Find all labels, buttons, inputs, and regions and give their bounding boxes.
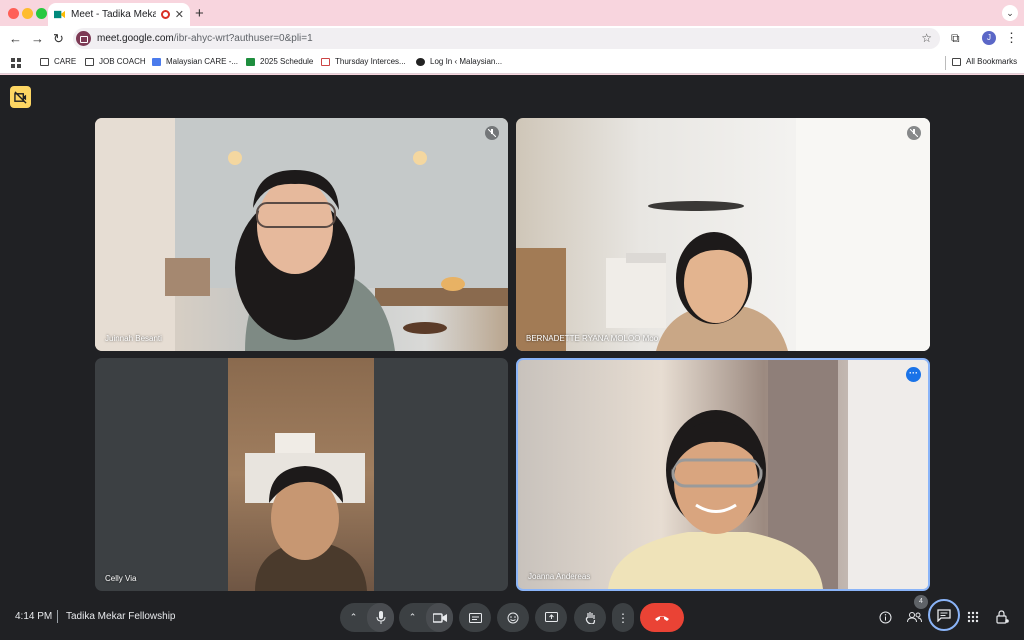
- meeting-info-button[interactable]: [876, 608, 894, 626]
- hangup-icon: [655, 615, 669, 621]
- participant-video: [608, 360, 928, 589]
- participant-video: [95, 118, 508, 351]
- folder-icon: [952, 57, 961, 66]
- meet-stage: Juinnah Besanti BERNADETTE RYANA MOLOO M…: [0, 75, 1024, 640]
- bookmark-star-icon[interactable]: ☆: [921, 31, 932, 45]
- close-window-button[interactable]: [8, 8, 19, 19]
- activities-button[interactable]: [964, 608, 982, 626]
- bookmark-malaysian-care[interactable]: Malaysian CARE -...: [152, 57, 238, 66]
- camera-icon: [432, 612, 447, 623]
- chat-icon: [937, 608, 951, 622]
- activities-icon: [967, 611, 979, 623]
- raise-hand-icon: [585, 612, 595, 624]
- emoji-icon: [507, 612, 519, 623]
- host-controls-icon: [995, 610, 1009, 624]
- people-icon: [906, 612, 922, 623]
- captions-icon: [468, 612, 482, 623]
- url-host: meet.google.com: [97, 33, 174, 44]
- info-icon: [879, 611, 891, 623]
- participant-video: [516, 118, 930, 351]
- camera-toggle-button[interactable]: [426, 603, 453, 632]
- participant-tile-4-active[interactable]: ··· Joanna Andereas: [516, 358, 930, 591]
- muted-mic-icon: [907, 126, 921, 140]
- leave-call-button[interactable]: [640, 603, 684, 632]
- tab-title: Meet - Tadika Mekar Fello: [71, 9, 156, 20]
- participant-tile-1[interactable]: Juinnah Besanti: [95, 118, 508, 351]
- bookmark-thursday-intercession[interactable]: Thursday Interces...: [321, 57, 406, 66]
- participant-name: BERNADETTE RYANA MOLOO Moo: [526, 334, 659, 343]
- more-options-tile-button[interactable]: ···: [906, 367, 921, 382]
- participant-name: Joanna Andereas: [528, 572, 591, 581]
- wordpress-icon: [416, 57, 425, 66]
- navigation-bar: ← → ↻ meet.google.com/ibr-ahyc-wrt?authu…: [0, 26, 1024, 52]
- new-tab-button[interactable]: +: [195, 5, 204, 22]
- folder-icon: [85, 57, 94, 66]
- mic-control-group: ⌃: [340, 603, 394, 632]
- form-icon: [321, 57, 330, 66]
- bookmark-log-in-malaysian[interactable]: Log In ‹ Malaysian...: [416, 57, 502, 66]
- close-tab-icon[interactable]: ✕: [175, 8, 184, 21]
- bookmarks-bar: CARE JOB COACH Malaysian CARE -... 2025 …: [0, 52, 1024, 74]
- camera-control-group: ⌃: [399, 603, 453, 632]
- back-button[interactable]: ←: [9, 31, 22, 46]
- audio-options-chevron-icon[interactable]: ⌃: [340, 603, 367, 632]
- emoji-reactions-button[interactable]: [497, 603, 529, 632]
- browser-menu-icon[interactable]: ⋮: [1005, 30, 1018, 46]
- profile-avatar[interactable]: J: [982, 31, 996, 45]
- video-hidden-icon[interactable]: [10, 86, 31, 108]
- more-options-button[interactable]: ⋮: [612, 603, 634, 632]
- mic-toggle-button[interactable]: [367, 603, 394, 632]
- participant-name: Juinnah Besanti: [105, 334, 162, 343]
- bookmark-care[interactable]: CARE: [40, 57, 76, 66]
- host-controls-button[interactable]: [993, 608, 1011, 626]
- video-options-chevron-icon[interactable]: ⌃: [399, 603, 426, 632]
- apps-grid-icon[interactable]: [11, 58, 21, 68]
- bookmark-job-coach[interactable]: JOB COACH: [85, 57, 146, 66]
- divider: [57, 610, 58, 623]
- url-path: /ibr-ahyc-wrt?authuser=0&pli=1: [173, 33, 313, 44]
- present-icon: [544, 612, 558, 622]
- meet-control-bar: 4:14 PM Tadika Mekar Fellowship ⌃ ⌃ ⋮ 4: [0, 595, 1024, 640]
- minimize-window-button[interactable]: [22, 8, 33, 19]
- browser-chrome: Meet - Tadika Mekar Fello ✕ + ⌄ ← → ↻ me…: [0, 0, 1024, 75]
- people-count-badge: 4: [914, 595, 928, 609]
- site-info-icon[interactable]: [76, 31, 91, 46]
- chat-button[interactable]: [928, 599, 960, 631]
- mic-icon: [376, 611, 385, 624]
- tab-bar: Meet - Tadika Mekar Fello ✕ + ⌄: [0, 0, 1024, 26]
- address-bar[interactable]: meet.google.com/ibr-ahyc-wrt?authuser=0&…: [73, 28, 940, 49]
- more-options-icon: ⋮: [617, 610, 629, 625]
- recording-indicator-icon: [160, 10, 170, 19]
- participant-video: [245, 433, 367, 591]
- participant-name: Celly Via: [105, 574, 137, 583]
- bookmark-2025-schedule[interactable]: 2025 Schedule: [246, 57, 313, 66]
- tab-meet[interactable]: Meet - Tadika Mekar Fello ✕: [48, 3, 190, 26]
- meet-favicon-icon: [54, 10, 65, 19]
- participant-tile-2[interactable]: BERNADETTE RYANA MOLOO Moo: [516, 118, 930, 351]
- extensions-icon[interactable]: ⧉: [951, 31, 960, 46]
- calendar-icon: [152, 57, 161, 66]
- maximize-window-button[interactable]: [36, 8, 47, 19]
- tab-search-button[interactable]: ⌄: [1002, 5, 1018, 21]
- all-bookmarks-button[interactable]: All Bookmarks: [952, 57, 1017, 66]
- meeting-title: Tadika Mekar Fellowship: [66, 611, 176, 622]
- captions-button[interactable]: [459, 603, 491, 632]
- forward-button[interactable]: →: [31, 31, 44, 46]
- meeting-clock: 4:14 PM: [15, 611, 53, 622]
- present-screen-button[interactable]: [535, 603, 567, 632]
- muted-mic-icon: [485, 126, 499, 140]
- participant-tile-3[interactable]: Celly Via: [95, 358, 508, 591]
- folder-icon: [40, 57, 49, 66]
- raise-hand-button[interactable]: [574, 603, 606, 632]
- people-button[interactable]: [905, 608, 923, 626]
- reload-button[interactable]: ↻: [53, 31, 64, 47]
- bookmarks-divider: [945, 56, 946, 70]
- sheets-icon: [246, 57, 255, 66]
